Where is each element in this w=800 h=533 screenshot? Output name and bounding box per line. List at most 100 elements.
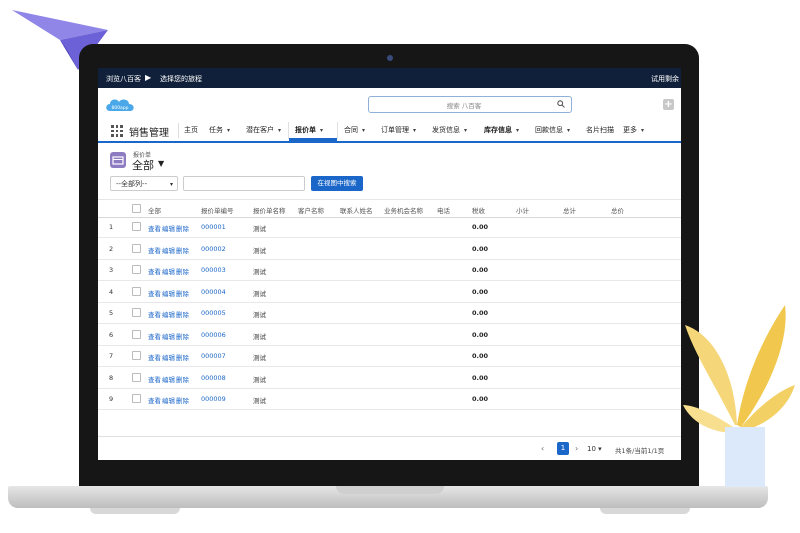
list-view-name[interactable]: 全部	[132, 157, 154, 173]
quote-number-link[interactable]: 000006	[201, 331, 226, 339]
tab-shipping[interactable]: 发货信息 ▾	[432, 125, 467, 135]
breadcrumb-journey[interactable]: 选择您的旅程	[160, 74, 202, 84]
row-checkbox[interactable]	[132, 265, 141, 274]
page-size-select[interactable]: 10 ▾	[587, 443, 611, 455]
col-header-customer[interactable]: 客户名称	[298, 205, 324, 215]
col-header-tax[interactable]: 税收	[472, 205, 485, 215]
tab-tasks[interactable]: 任务 ▾	[209, 125, 230, 135]
edit-link[interactable]: 编辑	[162, 352, 175, 362]
pagination-bar: ‹ 1 › 10 ▾ 共1条/当前1/1页	[98, 436, 681, 460]
edit-link[interactable]: 编辑	[162, 223, 175, 233]
chevron-down-icon: ▾	[567, 127, 571, 134]
edit-link[interactable]: 编辑	[162, 288, 175, 298]
quote-object-icon	[110, 152, 126, 168]
edit-link[interactable]: 编辑	[162, 245, 175, 255]
col-header-phone[interactable]: 电话	[437, 205, 450, 215]
col-header-opportunity[interactable]: 业务机会名称	[384, 205, 423, 215]
tax-value: 0.00	[472, 330, 489, 339]
view-link[interactable]: 查看	[148, 395, 161, 405]
column-filter-select[interactable]: --全部列-- ▾	[110, 176, 178, 191]
row-checkbox[interactable]	[132, 222, 141, 231]
search-in-view-button[interactable]: 在视图中搜索	[311, 176, 363, 191]
tab-inventory[interactable]: 库存信息 ▾	[484, 125, 519, 135]
next-page-icon[interactable]: ›	[575, 444, 578, 453]
search-icon[interactable]	[557, 100, 565, 108]
row-checkbox[interactable]	[132, 372, 141, 382]
app-launcher-icon[interactable]	[111, 125, 123, 137]
quote-number-link[interactable]: 000002	[201, 245, 226, 253]
row-checkbox[interactable]	[132, 351, 141, 360]
breadcrumb-browse[interactable]: 浏览八百客	[106, 74, 141, 84]
delete-link[interactable]: 删除	[176, 309, 189, 319]
tab-orders[interactable]: 订单管理 ▾	[381, 125, 416, 135]
quote-number-link[interactable]: 000008	[201, 374, 226, 382]
quote-number-link[interactable]: 000003	[201, 266, 226, 274]
tab-card-scan[interactable]: 名片扫描	[586, 125, 614, 135]
filter-search-input[interactable]	[183, 176, 305, 191]
row-checkbox[interactable]	[132, 286, 141, 296]
select-all-checkbox[interactable]	[132, 204, 141, 213]
delete-link[interactable]: 删除	[176, 331, 189, 341]
delete-link[interactable]: 删除	[176, 288, 189, 298]
edit-link[interactable]: 编辑	[162, 331, 175, 341]
view-link[interactable]: 查看	[148, 245, 161, 255]
view-link[interactable]: 查看	[148, 331, 161, 341]
delete-link[interactable]: 删除	[176, 245, 189, 255]
view-link[interactable]: 查看	[148, 266, 161, 276]
view-dropdown-icon[interactable]: ▼	[158, 159, 164, 168]
col-header-total-price[interactable]: 总价	[611, 205, 624, 215]
delete-link[interactable]: 删除	[176, 374, 189, 384]
row-checkbox[interactable]	[132, 243, 141, 253]
tax-value: 0.00	[472, 309, 489, 317]
quote-number-link[interactable]: 000007	[201, 352, 226, 360]
row-checkbox[interactable]	[132, 394, 141, 403]
row-number: 2	[109, 244, 114, 253]
current-page-button[interactable]: 1	[557, 442, 569, 455]
prev-page-icon[interactable]: ‹	[541, 444, 544, 453]
row-number: 9	[109, 395, 114, 403]
global-search-box[interactable]: 搜索 八百客	[368, 96, 572, 113]
delete-link[interactable]: 删除	[176, 352, 189, 362]
tax-value: 0.00	[472, 395, 489, 403]
edit-link[interactable]: 编辑	[162, 374, 175, 384]
view-link[interactable]: 查看	[148, 374, 161, 384]
view-link[interactable]: 查看	[148, 352, 161, 362]
col-header-quote-number[interactable]: 报价单编号	[201, 205, 234, 215]
chevron-down-icon: ▾	[169, 181, 173, 188]
view-link[interactable]: 查看	[148, 309, 161, 319]
tab-payments[interactable]: 回款信息 ▾	[535, 125, 570, 135]
view-link[interactable]: 查看	[148, 223, 161, 233]
view-link[interactable]: 查看	[148, 288, 161, 298]
add-icon[interactable]: +	[663, 99, 674, 110]
chevron-down-icon: ▾	[320, 127, 324, 134]
tab-contracts[interactable]: 合同 ▾	[344, 125, 365, 135]
col-header-contact[interactable]: 联系人姓名	[340, 205, 373, 215]
quote-number-link[interactable]: 000009	[201, 395, 226, 403]
logo-text: 800app	[111, 105, 128, 111]
delete-link[interactable]: 删除	[176, 223, 189, 233]
tax-value: 0.00	[472, 244, 489, 253]
delete-link[interactable]: 删除	[176, 266, 189, 276]
tab-leads[interactable]: 潜在客户 ▾	[246, 125, 281, 135]
table-row: 6 查看 编辑 删除 000006 测试 0.00	[98, 324, 681, 346]
edit-link[interactable]: 编辑	[162, 395, 175, 405]
edit-link[interactable]: 编辑	[162, 309, 175, 319]
tab-quotes[interactable]: 报价单 ▾	[295, 125, 323, 135]
quote-name: 测试	[253, 225, 266, 233]
delete-link[interactable]: 删除	[176, 395, 189, 405]
col-header-quote-name[interactable]: 报价单名称	[253, 205, 286, 215]
quote-number-link[interactable]: 000001	[201, 223, 226, 231]
quote-number-link[interactable]: 000004	[201, 288, 226, 296]
row-checkbox[interactable]	[132, 308, 141, 317]
plant-illustration	[683, 305, 795, 487]
edit-link[interactable]: 编辑	[162, 266, 175, 276]
quote-number-link[interactable]: 000005	[201, 309, 226, 317]
tab-more[interactable]: 更多 ▾	[623, 125, 644, 135]
chevron-down-icon: ▾	[362, 127, 366, 134]
row-checkbox[interactable]	[132, 329, 141, 339]
col-header-total[interactable]: 总计	[563, 205, 576, 215]
col-header-subtotal[interactable]: 小计	[516, 205, 529, 215]
tab-home[interactable]: 主页	[184, 125, 198, 135]
cloud-logo: 800app	[106, 99, 134, 111]
table-row: 4 查看 编辑 删除 000004 测试 0.00	[98, 281, 681, 303]
